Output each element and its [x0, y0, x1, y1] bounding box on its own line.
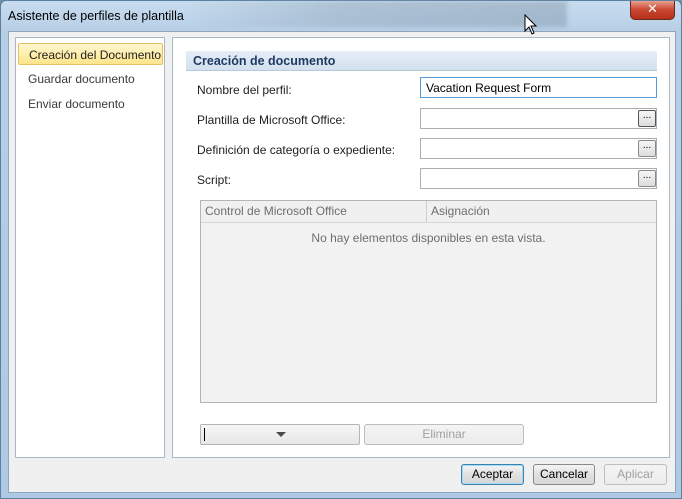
office-template-input[interactable] — [420, 108, 657, 129]
nav-item-send-document[interactable]: Enviar documento — [18, 93, 163, 115]
settings-panel: Creación de documento Nombre del perfil:… — [172, 37, 670, 458]
nav-item-label: Enviar documento — [28, 97, 125, 111]
nav-item-label: Guardar documento — [28, 72, 135, 86]
profile-name-label: Nombre del perfil: — [197, 83, 292, 97]
dialog-body: Creación del Documento Guardar documento… — [8, 31, 676, 493]
nav-item-label: Creación del Documento — [29, 48, 162, 62]
chevron-down-icon — [276, 432, 286, 437]
nav-item-document-creation[interactable]: Creación del Documento — [18, 43, 163, 65]
control-mapping-grid[interactable]: Control de Microsoft Office Asignación N… — [200, 200, 657, 403]
category-label: Definición de categoría o expediente: — [197, 143, 396, 157]
office-template-label: Plantilla de Microsoft Office: — [197, 113, 346, 127]
close-icon: ✕ — [647, 2, 658, 17]
grid-empty-message: No hay elementos disponibles en esta vis… — [311, 231, 546, 245]
title-bar[interactable]: Asistente de perfiles de plantilla ✕ — [1, 1, 681, 31]
script-label: Script: — [197, 173, 232, 187]
section-title: Creación de documento — [186, 51, 657, 71]
column-header-assignment[interactable]: Asignación — [427, 201, 490, 223]
cancel-button[interactable]: Cancelar — [533, 464, 595, 485]
grid-header: Control de Microsoft Office Asignación — [201, 201, 656, 223]
office-template-browse-button[interactable]: ... — [638, 110, 656, 127]
title-bar-background — [187, 1, 567, 27]
profile-name-input[interactable] — [420, 77, 657, 98]
remove-button[interactable]: Eliminar — [364, 424, 524, 445]
category-input[interactable] — [420, 138, 657, 159]
wizard-nav: Creación del Documento Guardar documento… — [15, 37, 165, 458]
template-profile-wizard-window: Asistente de perfiles de plantilla ✕ Cre… — [0, 0, 682, 499]
window-title: Asistente de perfiles de plantilla — [8, 9, 184, 23]
text-caret — [204, 428, 205, 441]
mouse-pointer-icon — [524, 14, 538, 35]
close-button[interactable]: ✕ — [630, 1, 675, 20]
script-browse-button[interactable]: ... — [638, 170, 656, 187]
script-input[interactable] — [420, 168, 657, 189]
column-header-office-control[interactable]: Control de Microsoft Office — [201, 201, 347, 223]
category-browse-button[interactable]: ... — [638, 140, 656, 157]
control-type-dropdown[interactable] — [200, 424, 360, 445]
accept-button[interactable]: Aceptar — [461, 464, 524, 485]
nav-item-save-document[interactable]: Guardar documento — [18, 68, 163, 90]
apply-button[interactable]: Aplicar — [604, 464, 667, 485]
